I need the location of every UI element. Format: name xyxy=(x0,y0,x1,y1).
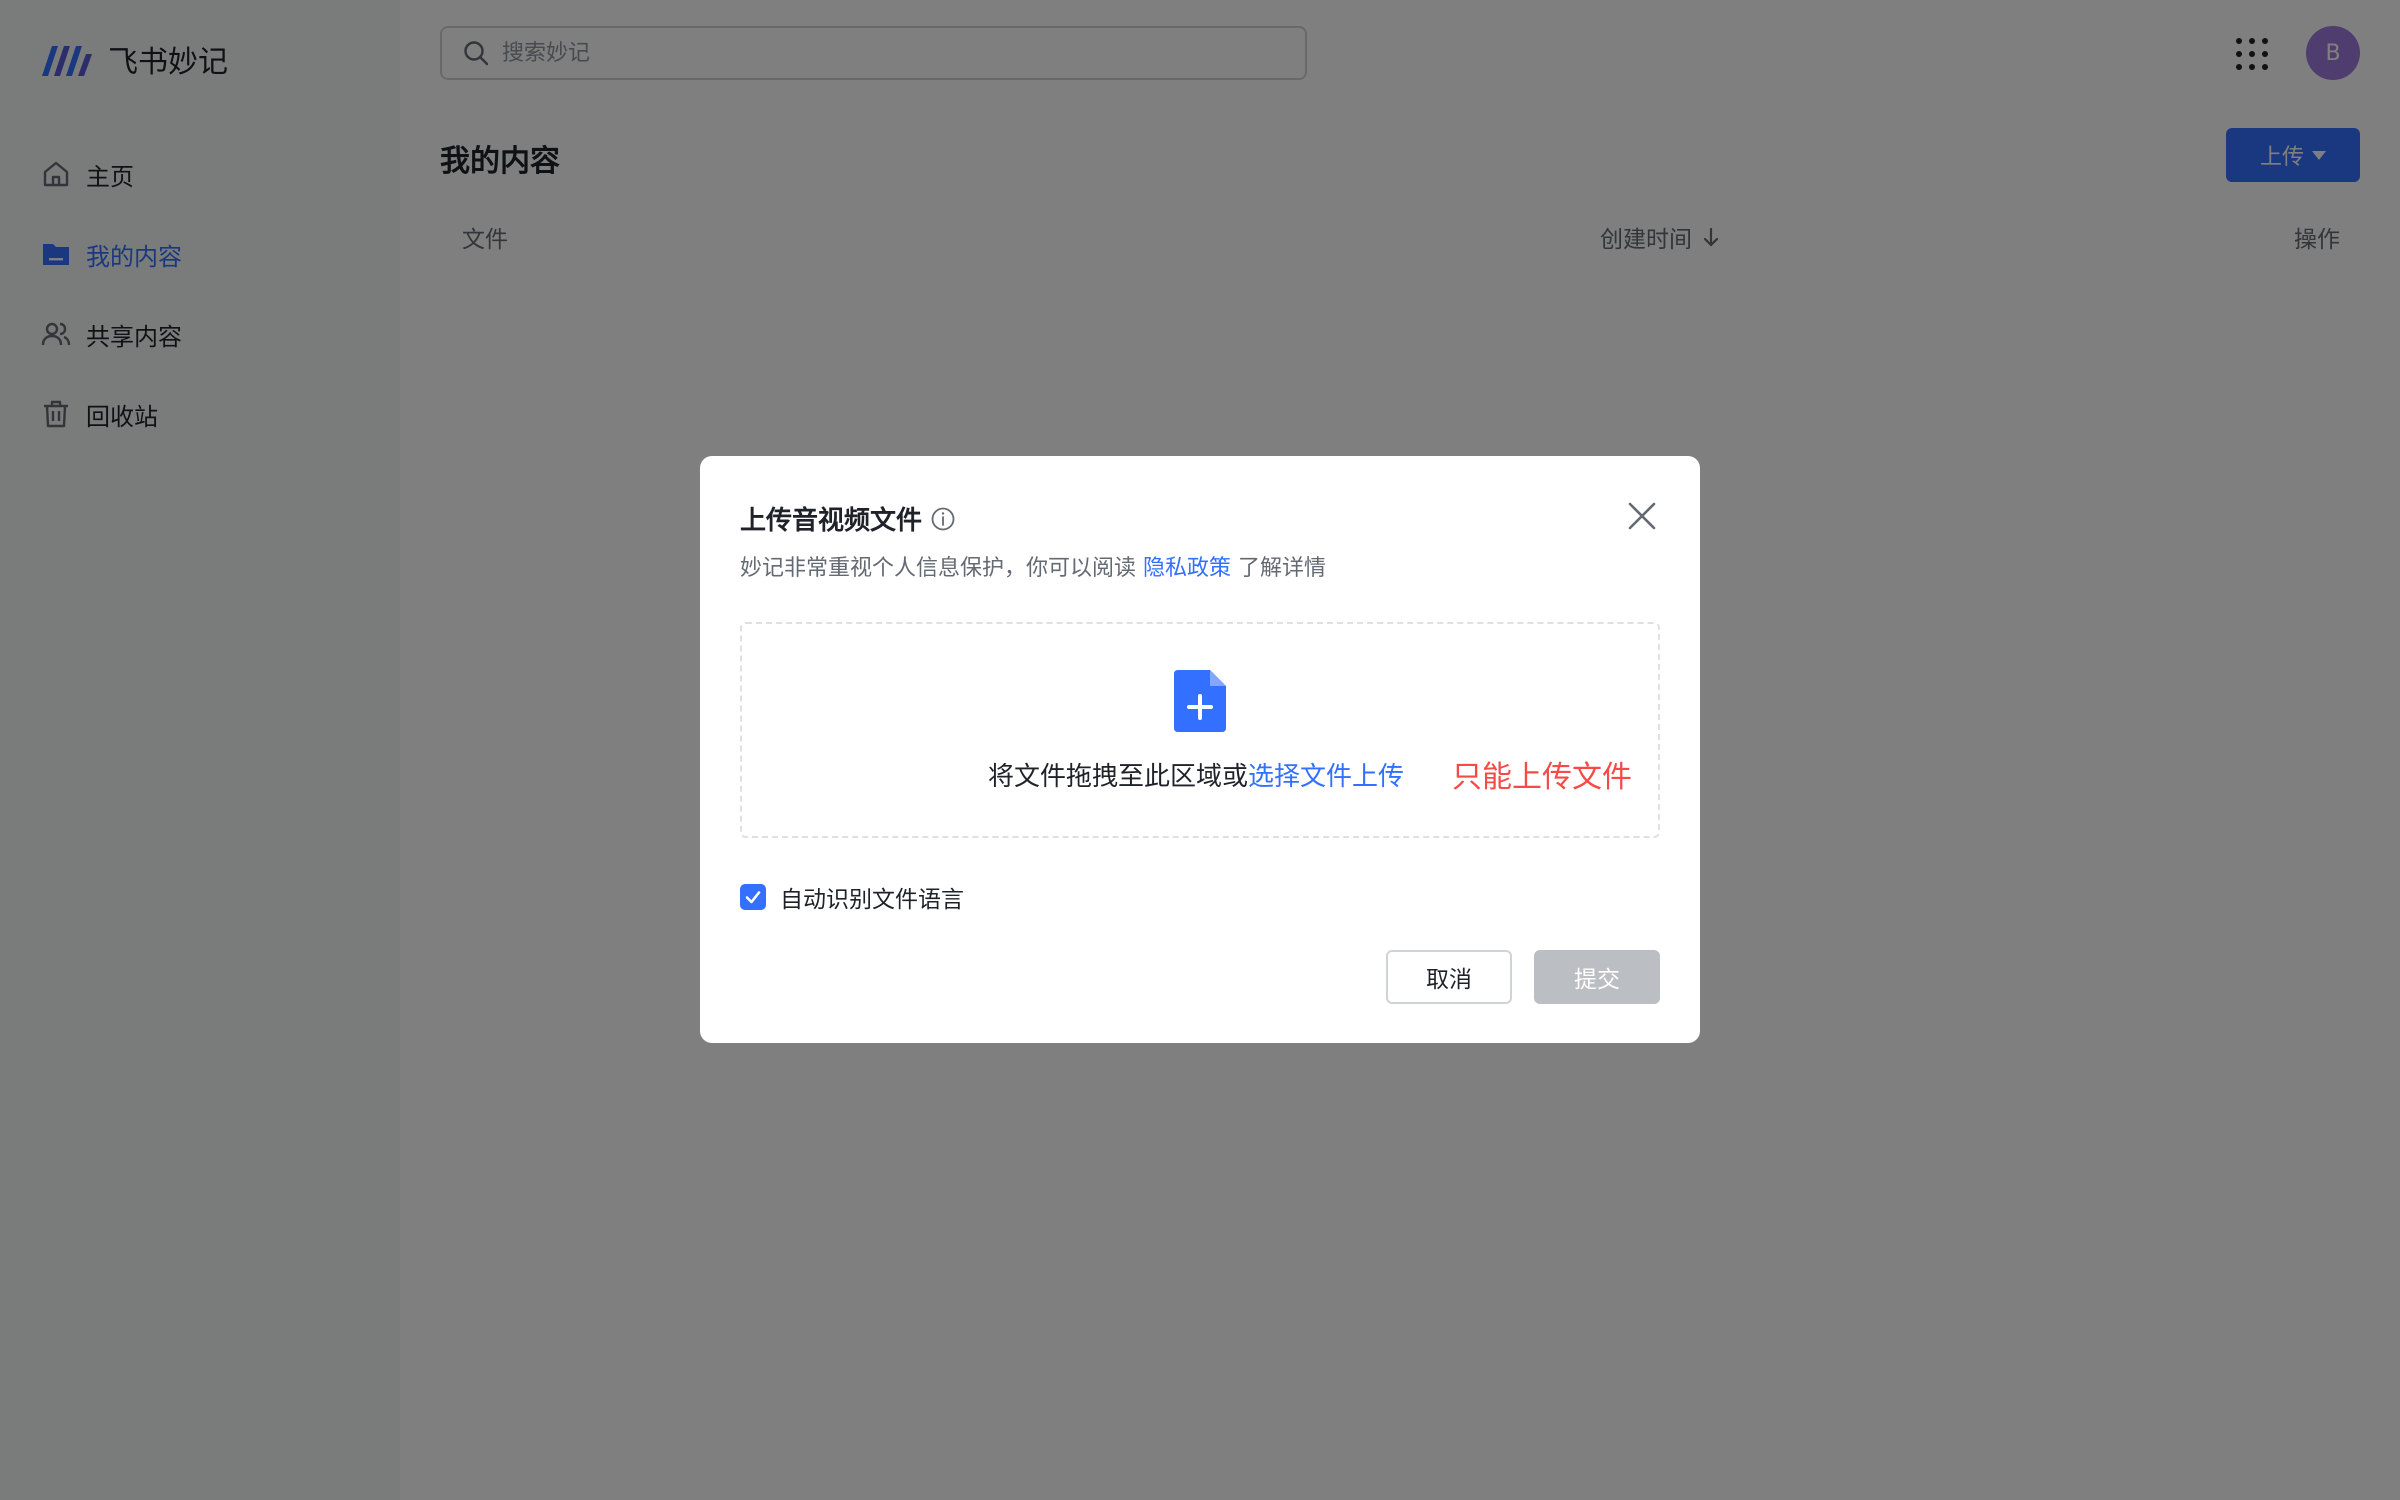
cancel-button[interactable]: 取消 xyxy=(1386,950,1512,1004)
auto-detect-language-option[interactable]: 自动识别文件语言 xyxy=(740,880,964,914)
info-icon[interactable] xyxy=(930,506,956,532)
privacy-policy-link[interactable]: 隐私政策 xyxy=(1143,556,1231,581)
upload-warning-text: 只能上传文件 xyxy=(1452,760,1632,795)
submit-button[interactable]: 提交 xyxy=(1534,950,1660,1004)
modal-title-text: 上传音视频文件 xyxy=(740,506,923,536)
privacy-notice-prefix: 妙记非常重视个人信息保护，你可以阅读 xyxy=(740,556,1143,581)
checkbox-label: 自动识别文件语言 xyxy=(780,887,964,913)
privacy-notice-suffix: 了解详情 xyxy=(1231,556,1327,581)
dropzone-text: 将文件拖拽至此区域或 xyxy=(988,762,1249,792)
auto-detect-language-checkbox[interactable] xyxy=(740,884,766,910)
close-icon[interactable] xyxy=(1624,498,1660,534)
add-file-icon xyxy=(1174,670,1226,732)
select-file-link[interactable]: 选择文件上传 xyxy=(1248,762,1404,792)
check-icon xyxy=(745,891,761,904)
dropzone-instructions: 将文件拖拽至此区域或选择文件上传 xyxy=(988,756,1404,793)
modal-title: 上传音视频文件 xyxy=(740,500,956,537)
file-dropzone[interactable]: 将文件拖拽至此区域或选择文件上传 只能上传文件 xyxy=(740,622,1660,838)
privacy-notice: 妙记非常重视个人信息保护，你可以阅读 隐私政策 了解详情 xyxy=(740,550,1326,582)
upload-modal: 上传音视频文件 妙记非常重视个人信息保护，你可以阅读 隐私政策 了解详情 将文件… xyxy=(700,456,1700,1043)
